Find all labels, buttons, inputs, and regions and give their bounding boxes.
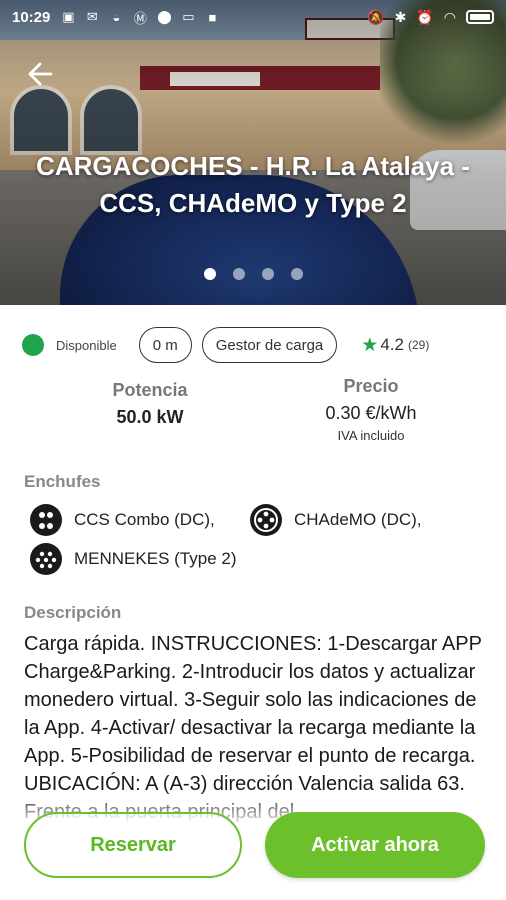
price-note: IVA incluido (337, 428, 405, 443)
back-button[interactable] (24, 58, 56, 90)
status-bar: 10:29 ▣ ✉ ◒ Ⓜ ⬤ ▭ ■ 🔕 ✱ ⏰ ◠ (0, 0, 506, 34)
mail-icon: ✉ (86, 9, 98, 24)
plug-item: MENNEKES (Type 2) (30, 543, 237, 575)
price-spec: Precio 0.30 €/kWh IVA incluido (285, 376, 457, 443)
rating-count: (29) (407, 338, 430, 352)
plug-label: CCS Combo (DC), (74, 510, 215, 529)
status-time: 10:29 (12, 8, 51, 26)
rating[interactable]: ★ 4.2 (29) (361, 334, 429, 357)
distance-badge: 0 m (138, 327, 192, 363)
carousel-dot[interactable] (203, 268, 216, 280)
power-value: 50.0 kW (116, 407, 184, 427)
price-value: 0.30 €/kWh (325, 403, 417, 423)
operator-badge[interactable]: Gestor de carga (201, 327, 338, 363)
mute-icon: 🔕 (367, 8, 385, 25)
availability-status: Disponible (56, 337, 117, 353)
battery-saver-icon: ▭ (182, 9, 195, 24)
battery-icon (466, 10, 494, 24)
description-title: Descripción (24, 603, 122, 622)
bluetooth-icon: ✱ (394, 8, 407, 25)
square-icon: ■ (208, 9, 217, 25)
alarm-icon: ⏰ (416, 8, 434, 25)
station-title: CARGACOCHES - H.R. La Atalaya - CCS, CHA… (36, 151, 470, 218)
carousel-dot[interactable] (232, 268, 245, 280)
plug-item: CHAdeMO (DC), (250, 504, 422, 536)
ccs-combo-plug-icon (30, 504, 62, 536)
reserve-button[interactable]: Reservar (24, 812, 242, 878)
m-icon: Ⓜ (133, 10, 147, 26)
mennekes-plug-icon (30, 543, 62, 575)
power-spec: Potencia 50.0 kW (70, 380, 230, 428)
arrow-left-icon (28, 62, 53, 86)
chademo-plug-icon (250, 504, 282, 536)
notification-icons: ▣ ✉ ◒ Ⓜ ⬤ ▭ ■ (60, 9, 220, 26)
system-icons: 🔕 ✱ ⏰ ◠ (367, 9, 494, 26)
plug-item: CCS Combo (DC), (30, 504, 215, 536)
plug-label: CHAdeMO (DC), (294, 510, 422, 529)
location-icon: ⬤ (157, 9, 172, 24)
availability-dot (22, 334, 44, 356)
rating-value: 4.2 (380, 335, 404, 354)
plug-label: MENNEKES (Type 2) (74, 549, 237, 568)
wifi-icon: ◠ (443, 8, 456, 25)
bowl-icon: ◒ (112, 9, 121, 25)
power-label: Potencia (112, 380, 188, 400)
photo-icon: ▣ (62, 9, 75, 24)
carousel-dot[interactable] (261, 268, 274, 280)
plugs-title: Enchufes (24, 472, 101, 491)
star-icon: ★ (361, 334, 379, 356)
carousel-indicator (0, 268, 506, 280)
carousel-dot[interactable] (290, 268, 303, 280)
price-label: Precio (343, 376, 399, 396)
activate-now-button[interactable]: Activar ahora (265, 812, 485, 878)
station-info-row: Disponible 0 m Gestor de carga ★ 4.2 (29… (22, 326, 492, 364)
